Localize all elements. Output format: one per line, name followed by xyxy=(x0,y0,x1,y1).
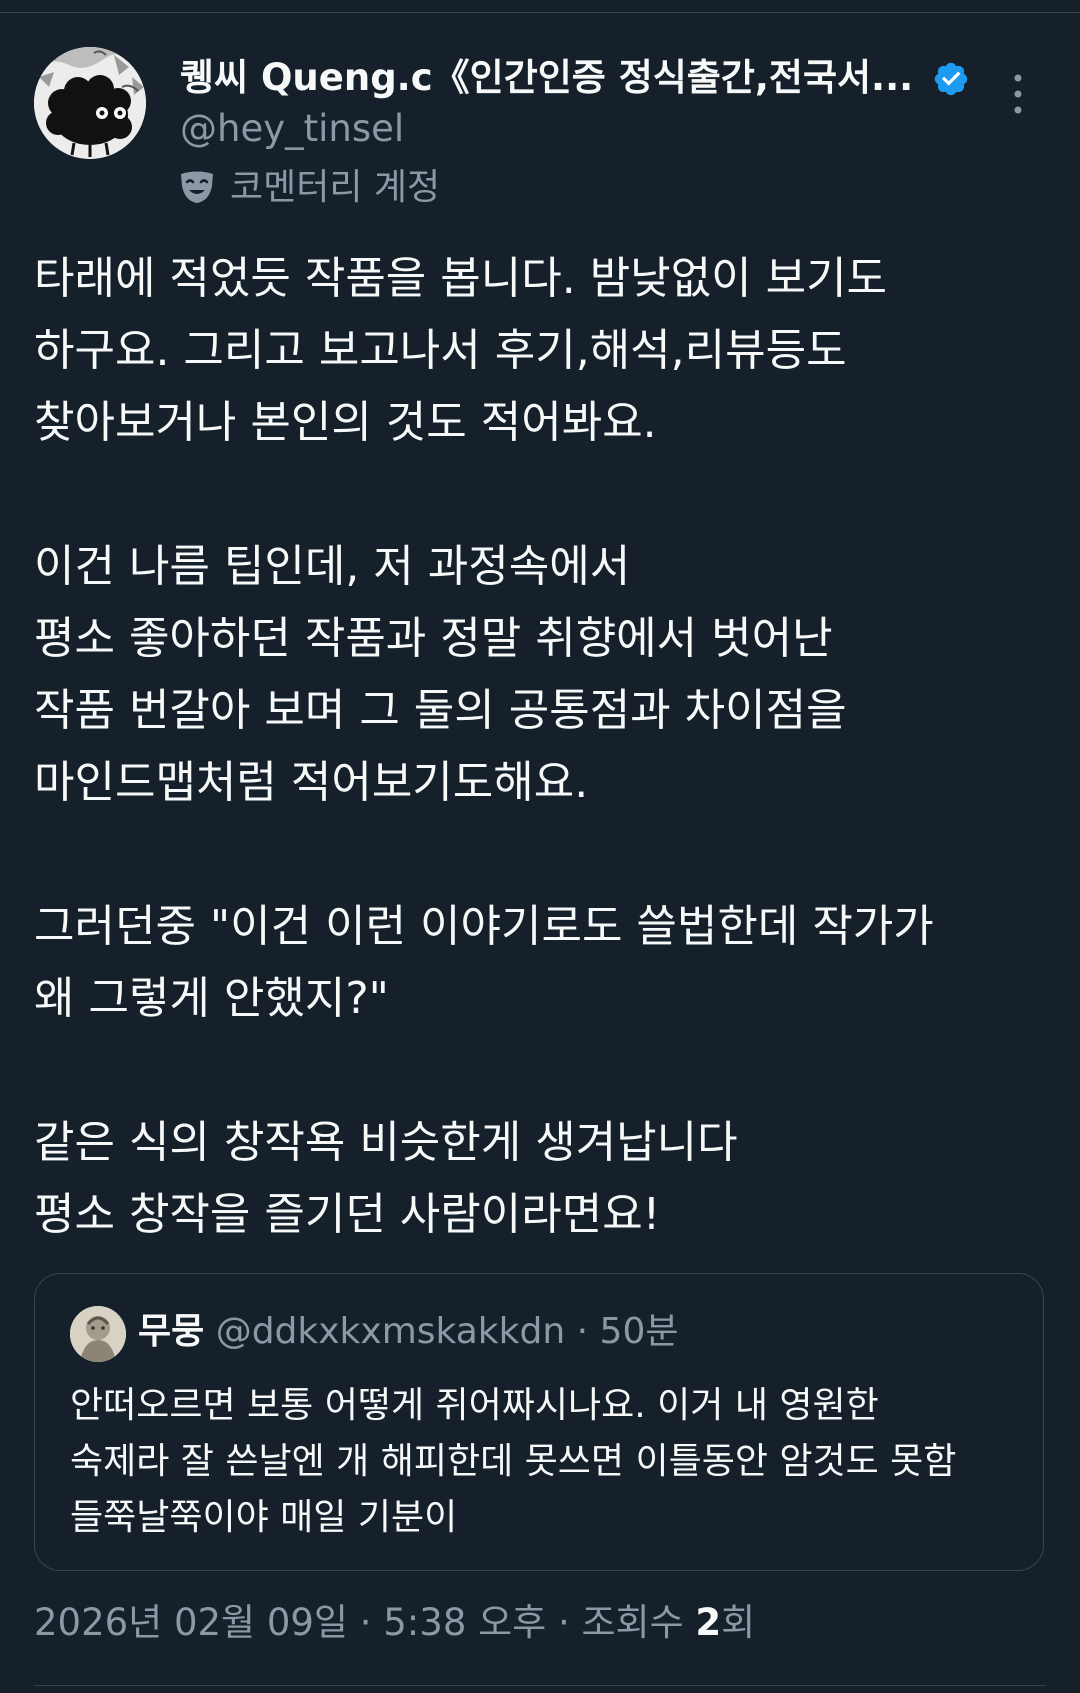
tweet-line: 평소 창작을 즐기던 사람이라면요! xyxy=(34,1189,661,1240)
quoted-header-separator: · xyxy=(576,1311,589,1352)
views-count[interactable]: 2 xyxy=(695,1601,721,1644)
tweet-line: 마인드맵처럼 적어보기도해요. xyxy=(34,757,589,808)
tweet-line: 그러던중 "이건 이런 이야기로도 쓸법한데 작가가 xyxy=(34,901,934,952)
tweet-line: 찾아보거나 본인의 것도 적어봐요. xyxy=(34,397,657,448)
quoted-author-handle[interactable]: @ddkxkxmskakkdn xyxy=(216,1311,565,1352)
author-handle[interactable]: @hey_tinsel xyxy=(180,105,404,153)
top-divider xyxy=(0,12,1080,13)
quoted-tweet-card[interactable]: 무뭉 @ddkxkxmskakkdn · 50분 안떠오르면 보통 어떻게 쥐어… xyxy=(34,1273,1044,1571)
verified-badge-icon xyxy=(934,62,968,96)
tweet-line: 작품 번갈아 보며 그 둘의 공통점과 차이점을 xyxy=(34,685,847,736)
quoted-tweet-line: 안떠오르면 보통 어떻게 쥐어짜시나요. 이거 내 영원한 xyxy=(70,1385,879,1426)
tweet-date[interactable]: 2026년 02월 09일 xyxy=(34,1601,348,1644)
author-display-name[interactable]: 퀭씨 Queng.c《인간인증 정식출간,전국서... xyxy=(180,54,913,102)
tweet-text: 타래에 적었듯 작품을 봅니다. 밤낮없이 보기도 하구요. 그리고 보고나서 … xyxy=(34,243,1044,1251)
tweet-line: 타래에 적었듯 작품을 봅니다. 밤낮없이 보기도 xyxy=(34,253,888,304)
meta-separator: · xyxy=(359,1601,372,1644)
commentary-account-label: 코멘터리 계정 xyxy=(230,167,441,208)
bottom-divider xyxy=(34,1685,1046,1686)
comedy-mask-icon xyxy=(181,171,213,203)
quoted-author-avatar[interactable] xyxy=(70,1306,126,1362)
meta-separator: · xyxy=(557,1601,570,1644)
quoted-tweet-header: 무뭉 @ddkxkxmskakkdn · 50분 xyxy=(138,1304,678,1360)
author-avatar[interactable] xyxy=(34,47,146,159)
views-label: 조회수 xyxy=(581,1601,684,1644)
tweet-line: 같은 식의 창작욕 비슷한게 생겨납니다 xyxy=(34,1117,738,1168)
quoted-tweet-line: 숙제라 잘 쓴날엔 개 해피한데 못쓰면 이틀동안 암것도 못함 xyxy=(70,1441,957,1482)
quoted-tweet-line: 들쭉날쭉이야 매일 기분이 xyxy=(70,1497,458,1538)
tweet-line: 하구요. 그리고 보고나서 후기,해석,리뷰등도 xyxy=(34,325,847,376)
tweet-metadata: 2026년 02월 09일 · 5:38 오후 · 조회수 2회 xyxy=(34,1595,755,1651)
tweet-time[interactable]: 5:38 오후 xyxy=(383,1601,546,1644)
tweet-line: 이건 나름 팁인데, 저 과정속에서 xyxy=(34,541,631,592)
quoted-tweet-text: 안떠오르면 보통 어떻게 쥐어짜시나요. 이거 내 영원한 숙제라 잘 쓴날엔 … xyxy=(70,1378,1030,1546)
views-suffix: 회 xyxy=(721,1601,756,1644)
more-vertical-icon[interactable] xyxy=(1006,72,1030,116)
tweet-line: 왜 그렇게 안했지?" xyxy=(34,973,389,1024)
quoted-tweet-time[interactable]: 50분 xyxy=(600,1311,679,1352)
quoted-author-name[interactable]: 무뭉 xyxy=(138,1311,204,1352)
tweet-line: 평소 좋아하던 작품과 정말 취향에서 벗어난 xyxy=(34,613,833,664)
